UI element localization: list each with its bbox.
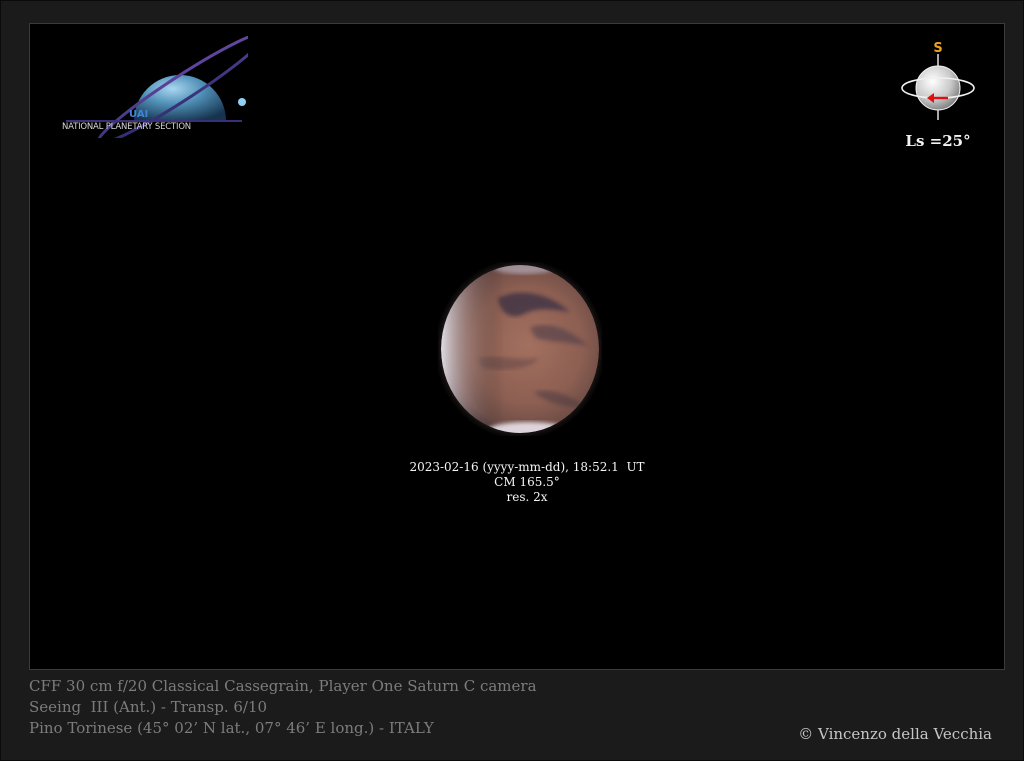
central-meridian: CM 165.5° (494, 475, 560, 489)
image-frame: UAI NATIONAL PLANETARY SECTION S Ls =25° (0, 0, 1024, 761)
observation-caption: 2023-02-16 (yyyy-mm-dd), 18:52.1 UT CM 1… (330, 460, 724, 505)
orientation-globe-icon: S (901, 41, 975, 120)
telescope-camera-line: CFF 30 cm f/20 Classical Cassegrain, Pla… (29, 677, 537, 695)
observation-datetime: 2023-02-16 (yyyy-mm-dd), 18:52.1 UT (409, 460, 645, 474)
copyright-credit: © Vincenzo della Vecchia (798, 725, 992, 743)
equipment-info: CFF 30 cm f/20 Classical Cassegrain, Pla… (29, 676, 537, 739)
observation-panel: UAI NATIONAL PLANETARY SECTION S Ls =25° (29, 23, 1005, 670)
resolution-note: res. 2x (506, 490, 548, 504)
location-line: Pino Torinese (45° 02’ N lat., 07° 46’ E… (29, 719, 434, 737)
solar-longitude-label: Ls =25° (905, 132, 971, 150)
mars-planet-image (440, 264, 600, 434)
logo-section-name: NATIONAL PLANETARY SECTION (62, 122, 191, 132)
south-direction-label: S (933, 41, 942, 56)
logo-abbreviation: UAI (129, 109, 149, 120)
seeing-transparency-line: Seeing III (Ant.) - Transp. 6/10 (29, 698, 268, 716)
